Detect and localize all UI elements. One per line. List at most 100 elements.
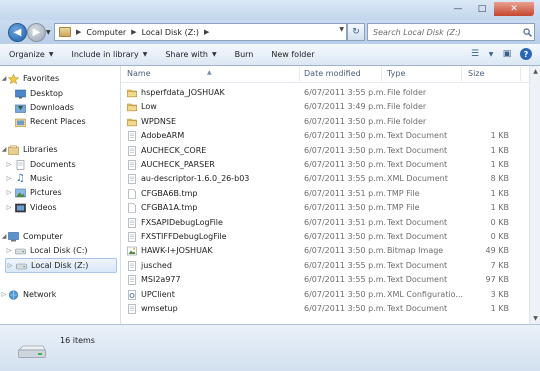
organize-menu[interactable]: Organize ▼ <box>0 44 62 65</box>
file-name: FXSTIFFDebugLogFile <box>141 232 227 241</box>
breadcrumb-computer[interactable]: Computer <box>86 28 126 37</box>
column-divider[interactable] <box>461 67 462 81</box>
breadcrumb-separator-icon[interactable]: ▶ <box>204 28 209 36</box>
column-divider[interactable] <box>299 67 300 81</box>
file-row[interactable]: Low 6/07/2011 3:49 p.m. File folder <box>121 100 521 114</box>
nav-documents[interactable]: ▷ Documents <box>7 158 76 171</box>
maximize-icon[interactable]: □ <box>470 2 494 16</box>
view-options-icon[interactable]: ☰ <box>468 47 482 61</box>
file-name: au-descriptor-1.6.0_26-b03 <box>141 174 250 184</box>
file-row[interactable]: FXSAPIDebugLogFile 6/07/2011 3:51 p.m. Tex… <box>121 216 521 230</box>
file-row[interactable]: AUCHECK_PARSER 6/07/2011 3:50 p.m. Text Do… <box>121 158 521 172</box>
address-dropdown-icon[interactable]: ▼ <box>339 26 344 33</box>
preview-pane-icon[interactable]: ▣ <box>500 47 514 61</box>
navigation-pane: ◢ Favorites Desktop Downloads Recent Pla… <box>0 66 121 324</box>
search-icon[interactable] <box>520 27 534 37</box>
minimize-icon[interactable]: — <box>446 2 470 16</box>
network-icon <box>8 289 19 300</box>
new-folder-button[interactable]: New folder <box>262 44 323 65</box>
collapse-arrow-icon[interactable]: ◢ <box>0 146 8 153</box>
file-row[interactable]: FXSTIFFDebugLogFile 6/07/2011 3:50 p.m. Te… <box>121 230 521 244</box>
scroll-up-icon[interactable]: ▲ <box>530 66 540 77</box>
nav-desktop[interactable]: Desktop <box>15 87 63 100</box>
vertical-scrollbar[interactable]: ▲ ▼ <box>529 66 540 324</box>
nav-libraries[interactable]: ◢ Libraries <box>0 143 58 156</box>
file-size: 1 KB <box>490 145 509 155</box>
nav-local-disk-z[interactable]: ▷ Local Disk (Z:) <box>5 258 117 273</box>
file-size: 1 KB <box>490 188 509 198</box>
file-row[interactable]: au-descriptor-1.6.0_26-b03 6/07/2011 3:55… <box>121 172 521 186</box>
column-size[interactable]: Size <box>468 69 484 78</box>
burn-label: Burn <box>234 50 254 59</box>
file-row[interactable]: wmsetup 6/07/2011 3:50 p.m. Text Document 1… <box>121 302 521 316</box>
nav-network[interactable]: ▷ Network <box>0 288 56 301</box>
breadcrumb-separator-icon[interactable]: ▶ <box>76 28 81 36</box>
share-with-menu[interactable]: Share with ▼ <box>156 44 225 65</box>
column-type[interactable]: Type <box>387 69 405 78</box>
file-row[interactable]: HAWK-I+JOSHUAK 6/07/2011 3:50 p.m. Bitmap … <box>121 244 521 258</box>
nav-downloads[interactable]: Downloads <box>15 101 74 114</box>
file-row[interactable]: CFGBA1A.tmp 6/07/2011 3:50 p.m. TMP File 1 … <box>121 201 521 215</box>
file-row[interactable]: jusched 6/07/2011 3:55 p.m. Text Document 7… <box>121 259 521 273</box>
column-divider[interactable] <box>381 67 382 81</box>
expand-arrow-icon[interactable]: ▷ <box>5 175 13 182</box>
column-divider[interactable] <box>520 67 521 81</box>
breadcrumb-separator-icon[interactable]: ▶ <box>131 28 136 36</box>
refresh-button[interactable]: ↻ <box>347 23 365 41</box>
expand-arrow-icon[interactable]: ▷ <box>5 161 13 168</box>
file-type: Text Document <box>387 232 448 241</box>
nav-computer[interactable]: ◢ Computer <box>0 230 63 243</box>
close-icon[interactable]: ✕ <box>494 2 534 16</box>
expand-arrow-icon[interactable]: ▷ <box>5 247 13 254</box>
address-bar[interactable]: ▶ Computer ▶ Local Disk (Z:) ▶ ▼ <box>54 23 347 41</box>
file-row[interactable]: UPClient 6/07/2011 3:50 p.m. XML Configura… <box>121 288 521 302</box>
scroll-down-icon[interactable]: ▼ <box>530 313 540 324</box>
nav-videos[interactable]: ▷ Videos <box>7 201 57 214</box>
file-size: 1 KB <box>490 203 509 213</box>
search-input[interactable] <box>368 26 520 38</box>
file-row[interactable]: AUCHECK_CORE 6/07/2011 3:50 p.m. Text Docu… <box>121 144 521 158</box>
bitmap-image-icon <box>127 246 137 256</box>
breadcrumb-local-disk-z[interactable]: Local Disk (Z:) <box>142 28 199 37</box>
column-date-modified[interactable]: Date modified <box>304 69 361 78</box>
file-row[interactable]: AdobeARM 6/07/2011 3:50 p.m. Text Document… <box>121 129 521 143</box>
include-label: Include in library <box>71 50 139 59</box>
expand-arrow-icon[interactable]: ▷ <box>0 291 8 298</box>
file-row[interactable]: WPDNSE 6/07/2011 3:50 p.m. File folder <box>121 115 521 129</box>
file-row[interactable]: CFGBA6B.tmp 6/07/2011 3:51 p.m. TMP File 1 … <box>121 187 521 201</box>
file-row[interactable]: MSI2a977 6/07/2011 3:55 p.m. Text Document… <box>121 273 521 287</box>
folder-icon <box>127 102 137 112</box>
collapse-arrow-icon[interactable]: ◢ <box>0 233 8 240</box>
title-bar: — □ ✕ <box>0 0 540 20</box>
file-date-modified: 6/07/2011 3:51 p.m. <box>304 217 387 227</box>
nav-favorites[interactable]: ◢ Favorites <box>0 72 59 85</box>
file-row[interactable]: hsperfdata_JOSHUAK 6/07/2011 3:55 p.m. Fil… <box>121 86 521 100</box>
nav-downloads-label: Downloads <box>30 103 74 112</box>
recent-pages-dropdown-icon[interactable]: ▼ <box>46 29 51 36</box>
nav-pictures[interactable]: ▷ Pictures <box>7 186 62 199</box>
file-date-modified: 6/07/2011 3:49 p.m. <box>304 102 387 112</box>
include-in-library-menu[interactable]: Include in library ▼ <box>62 44 156 65</box>
expand-arrow-icon[interactable]: ▷ <box>6 262 14 269</box>
burn-button[interactable]: Burn <box>226 44 263 65</box>
file-name: MSI2a977 <box>141 275 181 285</box>
nav-recent-places[interactable]: Recent Places <box>15 115 86 128</box>
expand-arrow-icon[interactable]: ▷ <box>5 189 13 196</box>
help-icon[interactable]: ? <box>520 48 532 60</box>
file-type: TMP File <box>387 203 420 213</box>
file-name: AUCHECK_CORE <box>141 145 207 155</box>
expand-arrow-icon[interactable]: ▷ <box>5 204 13 211</box>
explorer-window: — □ ✕ ◀ ▶ ▼ ▶ Computer ▶ Local Disk (Z:)… <box>0 0 540 371</box>
view-dropdown-icon[interactable]: ▼ <box>488 47 494 61</box>
back-button[interactable]: ◀ <box>8 23 27 42</box>
column-name[interactable]: Name <box>127 69 151 78</box>
file-date-modified: 6/07/2011 3:50 p.m. <box>304 116 387 126</box>
collapse-arrow-icon[interactable]: ◢ <box>0 75 8 82</box>
file-list-pane: Name ▲ Date modified Type Size hsperfdat… <box>121 66 529 324</box>
organize-label: Organize <box>9 50 45 59</box>
nav-local-disk-c[interactable]: ▷ Local Disk (C:) <box>7 244 88 257</box>
search-box <box>367 23 535 41</box>
nav-music[interactable]: ▷ ♫ Music <box>7 172 53 185</box>
videos-icon <box>15 203 26 213</box>
forward-button[interactable]: ▶ <box>27 23 46 42</box>
